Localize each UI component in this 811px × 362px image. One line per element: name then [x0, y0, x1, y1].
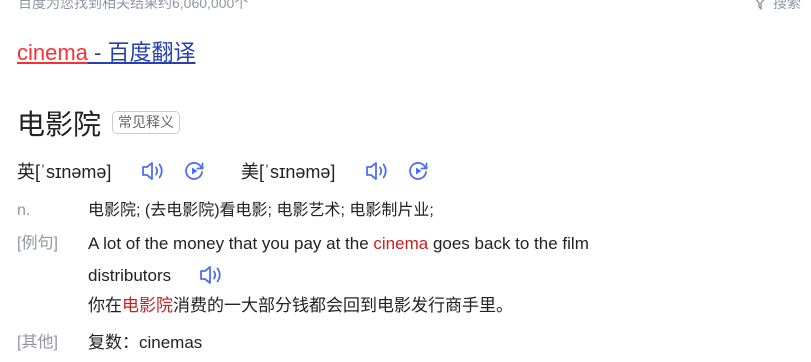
uk-phonetic: 英[ˈsɪnəmə] [17, 160, 111, 184]
filter-icon [755, 0, 765, 10]
plural-form: 复数：cinemas [88, 333, 203, 352]
us-phonetic: 美[ˈsɪnəmə] [241, 160, 335, 184]
other-label: [其他] [17, 334, 58, 351]
example-zh-after: 消费的一大部分钱都会回到电影发行商手里。 [173, 296, 513, 315]
title-source: 百度翻译 [107, 40, 196, 65]
search-tools-label: 搜索 [773, 0, 801, 11]
us-speaker-icon[interactable] [364, 159, 390, 188]
example-zh: 你在电影院消费的一大部分钱都会回到电影发行商手里。 [88, 294, 513, 318]
example-en-line2: distributors [88, 266, 172, 285]
uk-phonetic-text: [ˈsɪnəmə] [35, 162, 112, 182]
example-en-after: goes back to the film [428, 234, 589, 253]
example-zh-before: 你在 [88, 296, 122, 315]
example-speaker-icon[interactable] [198, 263, 224, 292]
title-keyword: cinema [17, 40, 88, 65]
uk-follow-read-icon[interactable] [182, 159, 206, 188]
title-separator: - [87, 40, 108, 65]
result-title-link[interactable]: cinema - 百度翻译 [17, 38, 196, 68]
example-zh-keyword: 电影院 [122, 296, 173, 315]
example-en-keyword: cinema [373, 234, 429, 253]
us-label: 美 [241, 162, 259, 182]
example-label: [例句] [17, 235, 58, 252]
example-en-before: A lot of the money that you pay at the [88, 234, 374, 253]
uk-label: 英 [17, 162, 35, 182]
common-meaning-tag: 常见释义 [112, 111, 180, 134]
pos-label: n. [17, 202, 31, 219]
us-follow-read-icon[interactable] [406, 159, 430, 188]
headword: 电影院 [17, 109, 102, 140]
search-tools-button[interactable]: 搜索 [753, 0, 801, 13]
uk-speaker-icon[interactable] [140, 159, 166, 188]
definition-text: 电影院; (去电影院)看电影; 电影艺术; 电影制片业; [88, 202, 434, 219]
us-phonetic-text: [ˈsɪnəmə] [259, 162, 336, 182]
example-en-line1: A lot of the money that you pay at the c… [88, 232, 589, 256]
result-count: 百度为您找到相关结果约6,060,000个 [18, 0, 249, 11]
